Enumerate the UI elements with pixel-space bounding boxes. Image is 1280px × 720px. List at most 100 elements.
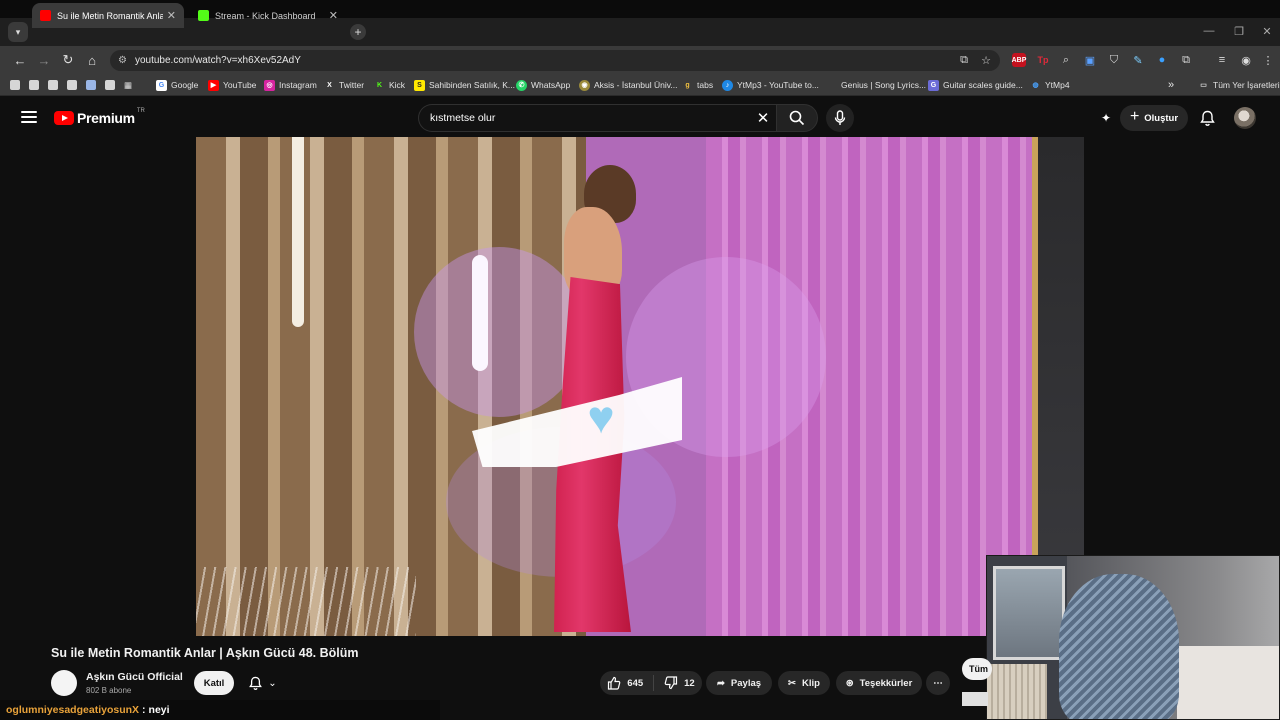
home-icon[interactable]: ⌂	[82, 50, 102, 70]
bookmark-label: Twitter	[339, 80, 365, 90]
minimize-window-icon[interactable]: —	[1198, 22, 1220, 40]
bookmark-ytmp4[interactable]: ◍ YtMp4	[1030, 78, 1070, 92]
ai-sparkle-icon[interactable]: ✦	[1096, 108, 1116, 128]
video-frame-light	[292, 137, 304, 327]
maximize-window-icon[interactable]: ❐	[1228, 22, 1250, 40]
bookmark-label: Aksis - İstanbul Üniv...	[594, 80, 678, 90]
all-bookmarks-folder[interactable]: ▭ Tüm Yer İşaretleri	[1198, 78, 1279, 92]
search-extension-icon[interactable]: ⌕	[1058, 52, 1074, 68]
chat-separator: :	[142, 704, 146, 716]
forward-icon[interactable]: →	[34, 50, 54, 70]
bookmark-aksis[interactable]: ◉ Aksis - İstanbul Üniv...	[579, 78, 677, 92]
filter-chip-all[interactable]: Tüm	[962, 658, 992, 680]
video-title: Su ile Metin Romantik Anlar | Aşkın Gücü…	[51, 646, 359, 660]
more-actions-button[interactable]: ⋯	[926, 671, 950, 695]
bookmark-label: WhatsApp	[531, 80, 571, 90]
site-info-icon[interactable]: ⚙	[118, 55, 127, 66]
reload-icon[interactable]: ↻	[58, 50, 78, 70]
voice-search-button[interactable]	[826, 104, 854, 132]
profile-icon[interactable]: ◉	[1238, 52, 1254, 68]
bookmark-ytmp3[interactable]: ♪ YtMp3 - YouTube to...	[722, 78, 819, 92]
bookmark-folder-icon[interactable]	[67, 80, 77, 90]
search-query: kıstmetse olur	[430, 112, 496, 124]
bookmark-whatsapp[interactable]: ✆ WhatsApp	[516, 78, 570, 92]
new-tab-button[interactable]: +	[350, 24, 366, 40]
webcam-gaming-chair	[1059, 574, 1179, 719]
media-control-icon[interactable]: ≡	[1214, 52, 1230, 68]
dislike-button[interactable]	[664, 676, 678, 690]
bookmark-kick[interactable]: K Kick	[374, 78, 405, 92]
bookmark-folder-icon[interactable]	[86, 80, 96, 90]
youtube-icon: ▶	[208, 79, 219, 91]
bookmark-genius[interactable]: Genius | Song Lyrics...	[826, 78, 926, 92]
join-button[interactable]: Katıl	[194, 671, 234, 695]
bookmark-folder-icon[interactable]	[48, 80, 58, 90]
bookmark-google[interactable]: G Google	[156, 78, 198, 92]
youtube-premium-logo[interactable]: Premium TR	[54, 108, 145, 128]
install-app-icon[interactable]: ⧉	[956, 52, 972, 68]
search-input[interactable]: kıstmetse olur	[418, 104, 780, 132]
bookmark-twitter[interactable]: X Twitter	[324, 78, 364, 92]
chevron-down-icon: ⌄	[268, 677, 277, 689]
back-icon[interactable]: ←	[10, 50, 30, 70]
close-window-icon[interactable]: ✕	[1256, 22, 1278, 40]
translate-extension-icon[interactable]: ▣	[1082, 52, 1098, 68]
bookmark-label: YtMp4	[1045, 80, 1070, 90]
recommendation-thumbnail[interactable]	[962, 692, 988, 706]
like-divider	[653, 675, 655, 691]
create-button[interactable]: + Oluştur	[1120, 105, 1188, 131]
account-avatar[interactable]	[1234, 107, 1256, 129]
bookmark-folder-icon[interactable]	[105, 80, 115, 90]
bookmark-youtube[interactable]: ▶ YouTube	[208, 78, 256, 92]
heart-icon: ♥	[587, 391, 615, 443]
extensions-puzzle-icon[interactable]: ⧉	[1178, 52, 1194, 68]
bookmark-star-icon[interactable]: ☆	[978, 52, 994, 68]
menu-icon[interactable]	[20, 108, 38, 126]
subscription-bell-button[interactable]: ⌄	[240, 671, 286, 695]
clip-button[interactable]: ✂ Klip	[778, 671, 830, 695]
aksis-icon: ◉	[579, 79, 590, 91]
share-arrow-icon: ➦	[716, 677, 725, 689]
genius-icon	[826, 80, 837, 91]
apps-grid-icon[interactable]: ▦	[124, 78, 132, 92]
thanks-button[interactable]: ⊛ Teşekkürler	[836, 671, 922, 695]
tab-search-button[interactable]: ▾	[8, 22, 28, 42]
channel-name[interactable]: Aşkın Gücü Official	[86, 671, 183, 683]
close-tab-icon[interactable]: ✕	[329, 9, 338, 22]
tab-kick-dashboard[interactable]: Stream - Kick Dashboard ✕	[190, 3, 346, 28]
share-button[interactable]: ➦ Paylaş	[706, 671, 772, 695]
video-bokeh	[414, 247, 584, 417]
guitar-icon: G	[928, 79, 939, 91]
video-player[interactable]: ♥	[196, 137, 1084, 636]
webcam-window	[993, 566, 1065, 660]
tabs-icon: ɡ	[685, 81, 690, 89]
tab-youtube-video[interactable]: Su ile Metin Romantik Anlar | Aşkın Gücü…	[32, 3, 184, 28]
close-tab-icon[interactable]: ✕	[167, 9, 176, 22]
bookmarks-overflow-icon[interactable]: »	[1168, 78, 1174, 92]
pin-extension-icon[interactable]: ✎	[1130, 52, 1146, 68]
bookmark-guitar-scales[interactable]: G Guitar scales guide...	[928, 78, 1023, 92]
shield-extension-icon[interactable]: ⛉	[1106, 52, 1122, 68]
like-button[interactable]	[607, 676, 621, 690]
bookmark-label: tabs	[697, 80, 714, 90]
clear-search-icon[interactable]: ✕	[752, 108, 774, 128]
browser-menu-icon[interactable]: ⋮	[1260, 52, 1276, 68]
bookmark-folder-icon[interactable]	[29, 80, 39, 90]
s-extension-icon[interactable]: ●	[1154, 52, 1170, 68]
bookmark-tabs[interactable]: ɡ tabs	[682, 78, 713, 92]
adblock-extension-icon[interactable]: ABP	[1012, 53, 1026, 67]
sahibinden-icon: S	[414, 79, 425, 91]
bookmark-sahibinden[interactable]: S Sahibinden Satılık, K...	[414, 78, 515, 92]
bookmark-label: YtMp3 - YouTube to...	[737, 80, 819, 90]
channel-avatar[interactable]	[51, 670, 77, 696]
notifications-bell-icon[interactable]	[1196, 107, 1218, 129]
tp-extension-icon[interactable]: Tp	[1036, 53, 1050, 67]
bookmark-folder-icon[interactable]	[10, 80, 20, 90]
bookmark-instagram[interactable]: ◎ Instagram	[264, 78, 317, 92]
kick-favicon-icon	[198, 10, 209, 21]
address-bar[interactable]: ⚙ youtube.com/watch?v=xh6Xev52AdY	[110, 50, 1000, 71]
filter-chip-label: Tüm	[969, 664, 988, 674]
ytmp4-icon: ◍	[1032, 82, 1039, 89]
search-button[interactable]	[776, 104, 818, 132]
bookmark-label: Instagram	[279, 80, 317, 90]
